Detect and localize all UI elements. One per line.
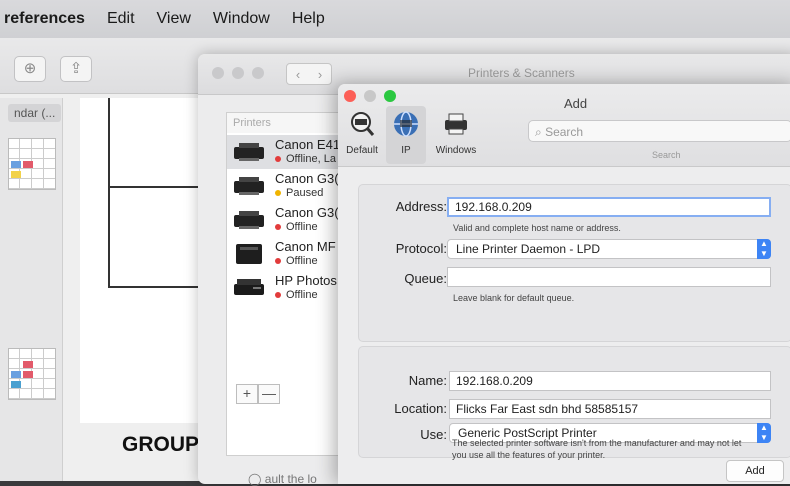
dialog-title: Add	[564, 96, 588, 111]
tab-ip-label: IP	[401, 145, 411, 156]
chevron-left-icon[interactable]: ‹	[296, 67, 300, 82]
nav-buttons[interactable]: ‹ ›	[286, 63, 332, 85]
thumbnail-page[interactable]	[8, 138, 56, 190]
search-placeholder: Search	[545, 125, 584, 139]
address-label: Address:	[395, 199, 447, 214]
tab-windows[interactable]: Windows	[430, 106, 482, 164]
thumbnail-page[interactable]	[8, 348, 56, 400]
add-printer-dialog: Add Default IP Windows ⌕ Search Search A…	[338, 84, 790, 484]
menu-view[interactable]: View	[157, 10, 191, 28]
search-icon: ⌕	[535, 125, 546, 139]
search-caption: Search	[652, 150, 681, 160]
printer-name: Canon G3(	[275, 205, 339, 220]
document-canvas	[80, 98, 210, 423]
thumbnail-sidebar: ndar (...	[0, 98, 63, 481]
tab-windows-label: Windows	[435, 145, 477, 156]
tab-default[interactable]: Default	[342, 106, 382, 164]
address-hint: Valid and complete host name or address.	[453, 223, 621, 233]
default-printer-icon	[351, 112, 375, 136]
zoom-button[interactable]	[252, 67, 264, 79]
menu-app-name[interactable]: references	[4, 10, 85, 28]
close-button[interactable]	[344, 90, 356, 102]
protocol-select[interactable]: Line Printer Daemon - LPD ▲ ▼	[447, 239, 771, 259]
windows-printer-icon	[445, 113, 467, 135]
printer-icon	[234, 177, 264, 195]
printer-icon	[234, 279, 264, 295]
add-printer-button[interactable]: +	[236, 384, 258, 404]
zoom-icon[interactable]: ⊕	[14, 56, 46, 82]
queue-field[interactable]	[447, 267, 771, 287]
printer-name: Canon MF	[275, 239, 336, 254]
protocol-value: Line Printer Daemon - LPD	[456, 242, 601, 256]
location-label: Location:	[394, 401, 447, 416]
add-titlebar: Add Default IP Windows ⌕ Search Search	[338, 84, 790, 167]
name-label: Name:	[408, 373, 447, 388]
location-field[interactable]: Flicks Far East sdn bhd 58585157	[449, 399, 771, 419]
use-label: Use:	[420, 427, 447, 442]
driver-warning-line1: The selected printer software isn't from…	[452, 438, 742, 448]
zoom-button[interactable]	[384, 90, 396, 102]
address-field[interactable]: 192.168.0.209	[447, 197, 771, 217]
printer-status: Offline	[275, 289, 318, 301]
printer-name: Canon E41	[275, 137, 341, 152]
printer-status: Offline, La	[275, 153, 336, 165]
printer-icon	[234, 143, 264, 161]
printer-name: HP Photos	[275, 273, 337, 288]
printer-status: Offline	[275, 221, 318, 233]
printer-icon	[234, 211, 264, 229]
search-input[interactable]: ⌕ Search	[528, 120, 790, 142]
chevron-updown-icon: ▲ ▼	[757, 423, 771, 443]
protocol-label: Protocol:	[395, 241, 447, 256]
table-line	[108, 186, 210, 188]
name-field[interactable]: 192.168.0.209	[449, 371, 771, 391]
ip-globe-icon	[394, 111, 418, 137]
add-remove-buttons: + —	[236, 384, 280, 404]
printer-name: Canon G3(	[275, 171, 339, 186]
default-paper-option[interactable]: ◯ ault the lo	[248, 472, 317, 486]
minimize-button[interactable]	[232, 67, 244, 79]
driver-warning-line2: you use all the features of your printer…	[452, 450, 606, 460]
chevron-right-icon[interactable]: ›	[318, 67, 322, 82]
connection-panel: Address: 192.168.0.209 Valid and complet…	[358, 184, 790, 342]
table-line	[108, 286, 210, 288]
menu-window[interactable]: Window	[213, 10, 270, 28]
queue-hint: Leave blank for default queue.	[453, 293, 575, 303]
thumbnail-label: ndar (...	[8, 104, 62, 122]
remove-printer-button[interactable]: —	[258, 384, 280, 404]
printer-status: Paused	[275, 187, 323, 199]
menu-edit[interactable]: Edit	[107, 10, 135, 28]
tab-default-label: Default	[346, 145, 378, 156]
table-line	[108, 98, 110, 288]
printer-status: Offline	[275, 255, 318, 267]
printer-icon	[236, 244, 262, 264]
menu-bar: references Edit View Window Help	[0, 0, 790, 38]
minimize-button[interactable]	[364, 90, 376, 102]
window-title: Printers & Scanners	[468, 66, 575, 80]
queue-label: Queue:	[404, 271, 447, 286]
close-button[interactable]	[212, 67, 224, 79]
menu-help[interactable]: Help	[292, 10, 325, 28]
share-icon[interactable]: ⇪	[60, 56, 92, 82]
add-button[interactable]: Add	[726, 460, 784, 482]
chevron-updown-icon: ▲ ▼	[757, 239, 771, 259]
tab-ip[interactable]: IP	[386, 106, 426, 164]
